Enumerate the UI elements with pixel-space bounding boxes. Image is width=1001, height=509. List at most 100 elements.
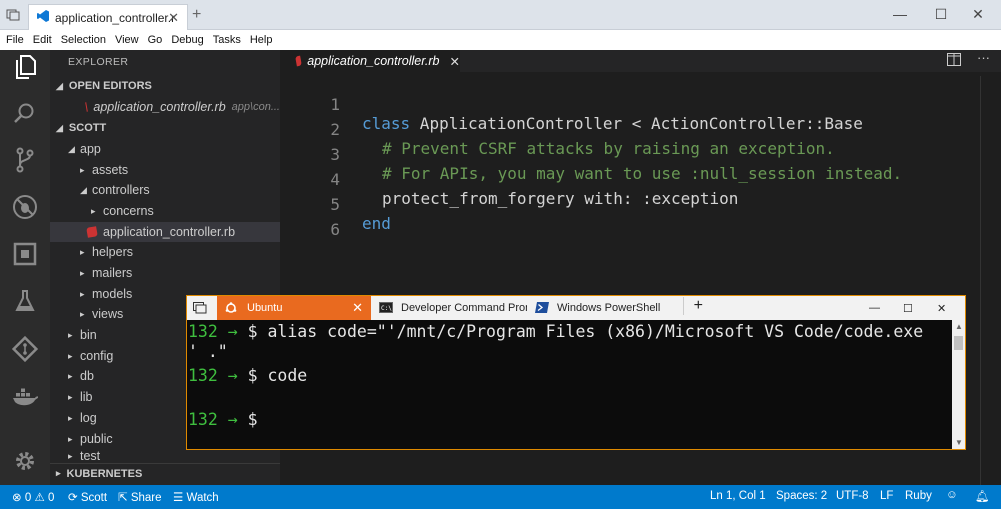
- explorer-title: EXPLORER: [68, 56, 129, 68]
- close-window-icon[interactable]: ✕: [968, 6, 988, 23]
- terminal-menu-icon[interactable]: [187, 296, 217, 320]
- watch-label: Watch: [186, 492, 219, 504]
- menu-go[interactable]: Go: [148, 34, 163, 46]
- project-label: SCOTT: [68, 122, 107, 134]
- menu-selection[interactable]: Selection: [61, 34, 106, 46]
- chevron-down-icon: ◢: [68, 143, 75, 154]
- test-flask-icon[interactable]: [12, 288, 38, 314]
- tree-label: lib: [80, 390, 93, 404]
- split-editor-icon[interactable]: [947, 53, 961, 69]
- kubernetes-header[interactable]: ▸ KUBERNETES: [50, 463, 280, 483]
- ruby-file-icon: [295, 55, 303, 67]
- close-window-icon[interactable]: ✕: [935, 296, 955, 320]
- scroll-down-icon[interactable]: ▼: [955, 438, 963, 447]
- tree-folder-app[interactable]: ◢ app: [50, 139, 280, 159]
- window-menu-icon[interactable]: [4, 6, 22, 24]
- chevron-right-icon: ▸: [80, 246, 85, 257]
- user-name: Scott: [80, 492, 108, 504]
- window-tab[interactable]: application_controller.r ✕: [28, 4, 188, 30]
- tree-label: helpers: [92, 245, 133, 259]
- editor-tab-label: application_controller.rb: [307, 54, 440, 68]
- chevron-right-icon: ▸: [80, 164, 85, 175]
- encoding[interactable]: UTF-8: [836, 490, 869, 502]
- line-ending[interactable]: LF: [880, 490, 893, 502]
- problems-indicator[interactable]: ⊗ 0 ⚠ 0: [12, 490, 54, 504]
- tree-folder-assets[interactable]: ▸ assets: [50, 160, 280, 180]
- tree-folder-test[interactable]: ▸ test: [50, 449, 280, 463]
- terminal-tab-dev-cmd[interactable]: C:\ Developer Command Prom: [371, 296, 527, 320]
- tree-folder-controllers[interactable]: ◢ controllers: [50, 180, 280, 200]
- warning-count: 0: [47, 492, 55, 504]
- terminal-tab-powershell[interactable]: Windows PowerShell +: [527, 296, 703, 320]
- chevron-right-icon: ▸: [68, 391, 73, 402]
- chevron-right-icon: ▸: [80, 267, 85, 278]
- git-lens-icon[interactable]: [12, 336, 38, 362]
- menu-edit[interactable]: Edit: [33, 34, 52, 46]
- project-header[interactable]: ◢ SCOTT: [50, 118, 280, 138]
- chevron-right-icon: ▸: [68, 370, 73, 381]
- terminal-tab-label: Ubuntu: [247, 302, 283, 314]
- source-control-icon[interactable]: [12, 147, 38, 173]
- terminal-output[interactable]: 132 → $ alias code="'/mnt/c/Program File…: [187, 320, 952, 449]
- menu-tasks[interactable]: Tasks: [213, 34, 241, 46]
- tree-label: concerns: [103, 204, 154, 218]
- error-icon: ⊗: [12, 492, 22, 504]
- scroll-up-icon[interactable]: ▲: [955, 322, 963, 331]
- chevron-right-icon: ▸: [91, 205, 96, 216]
- extensions-icon[interactable]: [12, 241, 38, 267]
- prompt-number: 132: [188, 322, 218, 341]
- minimize-icon[interactable]: —: [867, 296, 887, 320]
- screen: application_controller.r ✕ + — ☐ ✕ File …: [0, 0, 1001, 509]
- tree-label: views: [92, 307, 124, 321]
- maximize-icon[interactable]: ☐: [931, 6, 951, 23]
- settings-gear-icon[interactable]: [12, 448, 38, 474]
- open-editor-item[interactable]: application_controller.rb app\con...: [50, 97, 280, 117]
- close-tab-icon[interactable]: ✕: [352, 300, 363, 316]
- ruby-file-icon: [86, 226, 98, 238]
- close-tab-icon[interactable]: ✕: [450, 54, 460, 69]
- editor-tab[interactable]: application_controller.rb ✕: [280, 50, 460, 72]
- tree-folder-concerns[interactable]: ▸ concerns: [50, 201, 280, 221]
- prompt-number: 132: [188, 410, 218, 429]
- cursor-position[interactable]: Ln 1, Col 1: [710, 490, 766, 502]
- tree-folder-helpers[interactable]: ▸ helpers: [50, 242, 280, 262]
- editor-scrollbar[interactable]: [980, 76, 1001, 485]
- indentation[interactable]: Spaces: 2: [776, 490, 827, 502]
- more-actions-icon[interactable]: ···: [977, 50, 990, 65]
- menu-help[interactable]: Help: [250, 34, 273, 46]
- feedback-smiley-icon[interactable]: ☺: [946, 489, 958, 501]
- terminal-tab-label: Developer Command Prom: [401, 302, 527, 314]
- new-tab-icon[interactable]: +: [192, 6, 201, 24]
- scroll-thumb[interactable]: [954, 336, 963, 350]
- window-tab-title: application_controller.r: [55, 10, 176, 25]
- share-button[interactable]: ⇱ Share: [118, 490, 162, 504]
- search-icon[interactable]: [12, 100, 38, 126]
- live-share-user[interactable]: ⟳ Scott: [68, 490, 107, 504]
- watch-button[interactable]: ☰ Watch: [173, 490, 219, 504]
- open-editor-filename: application_controller.rb: [93, 100, 226, 114]
- tree-file-application-controller[interactable]: application_controller.rb: [50, 222, 280, 242]
- tree-label: controllers: [92, 183, 150, 197]
- tree-label: test: [80, 449, 101, 463]
- maximize-icon[interactable]: ☐: [901, 296, 921, 320]
- terminal-tab-ubuntu[interactable]: Ubuntu ✕: [217, 296, 371, 320]
- menu-view[interactable]: View: [115, 34, 139, 46]
- command-continuation: ' .": [188, 342, 228, 361]
- explorer-icon[interactable]: [12, 54, 38, 80]
- close-tab-icon[interactable]: ✕: [168, 10, 179, 26]
- notifications-bell-icon[interactable]: 🔔︎: [975, 489, 990, 503]
- prompt-number: 132: [188, 366, 218, 385]
- tree-folder-mailers[interactable]: ▸ mailers: [50, 263, 280, 283]
- debug-icon[interactable]: [12, 194, 38, 220]
- kubernetes-label: KUBERNETES: [66, 467, 143, 480]
- minimize-icon[interactable]: —: [890, 6, 910, 22]
- language-mode[interactable]: Ruby: [905, 490, 932, 502]
- activity-bar: [0, 50, 50, 485]
- docker-icon[interactable]: [12, 384, 38, 410]
- menu-file[interactable]: File: [6, 34, 24, 46]
- open-editors-header[interactable]: ◢ OPEN EDITORS: [50, 76, 280, 96]
- terminal-scrollbar[interactable]: ▲ ▼: [952, 320, 965, 449]
- menu-debug[interactable]: Debug: [171, 34, 203, 46]
- code-line: 5 end: [280, 176, 980, 233]
- new-tab-icon[interactable]: +: [682, 297, 703, 315]
